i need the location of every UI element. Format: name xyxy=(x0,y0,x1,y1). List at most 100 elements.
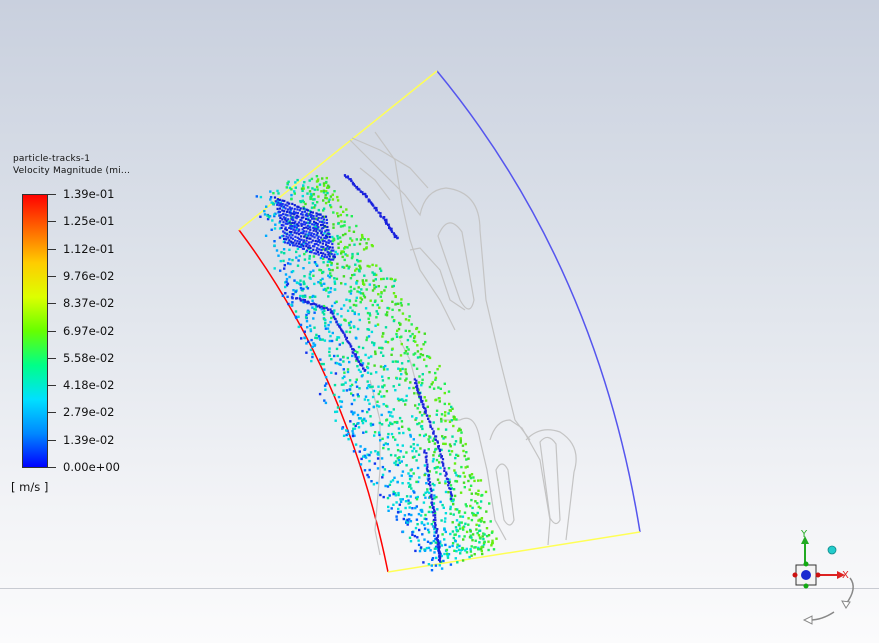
particle xyxy=(479,479,483,482)
particle xyxy=(315,227,318,230)
particle xyxy=(404,379,407,382)
particle xyxy=(297,259,300,262)
particle xyxy=(356,413,360,417)
particle xyxy=(443,382,446,385)
particle xyxy=(379,493,382,497)
colorbar-tick-label: 6.97e-02 xyxy=(63,323,115,338)
particle xyxy=(355,296,358,299)
particle xyxy=(454,440,458,443)
particle xyxy=(444,428,448,431)
particle xyxy=(301,199,304,202)
particle xyxy=(416,523,419,526)
particle xyxy=(459,437,462,440)
particle xyxy=(419,508,422,512)
particle xyxy=(339,326,342,329)
axes-triad[interactable]: Y X xyxy=(780,528,870,628)
particle xyxy=(305,351,308,354)
particle xyxy=(285,277,289,281)
particle xyxy=(447,390,451,393)
particle xyxy=(308,257,311,260)
particle xyxy=(397,507,400,511)
particle xyxy=(422,343,425,346)
particle xyxy=(480,517,484,520)
particle xyxy=(336,199,340,202)
particle xyxy=(284,207,287,210)
particle xyxy=(359,445,362,448)
particle xyxy=(322,218,325,221)
particle xyxy=(275,249,279,252)
particle xyxy=(477,505,480,509)
particle xyxy=(296,240,299,243)
particle xyxy=(312,294,315,298)
viewport-canvas[interactable] xyxy=(0,0,879,643)
particle xyxy=(427,510,431,514)
particle xyxy=(353,273,356,276)
particle xyxy=(300,235,303,238)
particle xyxy=(314,204,317,207)
particle xyxy=(376,303,379,307)
particle xyxy=(310,359,313,363)
particle xyxy=(426,405,429,408)
particle xyxy=(305,239,308,242)
particle xyxy=(381,386,384,389)
particle xyxy=(329,308,332,311)
particle xyxy=(415,518,419,521)
particle xyxy=(291,237,294,240)
particle xyxy=(285,228,288,232)
particle xyxy=(332,223,335,226)
particle xyxy=(255,195,258,198)
particle xyxy=(303,330,306,333)
particle xyxy=(348,243,351,247)
particle xyxy=(316,232,319,235)
particle xyxy=(395,332,398,336)
isometric-view-icon[interactable] xyxy=(827,545,837,555)
particle xyxy=(440,544,444,547)
particle xyxy=(300,231,303,234)
particle xyxy=(323,221,326,224)
particle xyxy=(392,436,395,439)
particle xyxy=(339,358,342,361)
particle xyxy=(291,270,295,273)
particle xyxy=(386,311,389,314)
particle xyxy=(328,330,331,333)
particle xyxy=(384,364,387,368)
particle xyxy=(369,372,373,375)
particle xyxy=(404,318,408,321)
particle xyxy=(383,289,386,292)
particle xyxy=(439,466,442,470)
particle xyxy=(377,285,380,288)
rotate-ccw-icon[interactable] xyxy=(809,611,835,621)
particle xyxy=(382,277,385,281)
particle xyxy=(299,279,302,282)
particle xyxy=(413,491,416,494)
particle xyxy=(425,458,428,461)
particle xyxy=(320,245,323,248)
particle xyxy=(314,263,318,266)
particle xyxy=(367,335,371,338)
particle xyxy=(295,226,298,229)
particle xyxy=(337,242,340,245)
rotate-cw-icon[interactable] xyxy=(845,577,854,605)
particle xyxy=(413,392,416,395)
rotate-cw-arrowhead xyxy=(841,600,851,609)
particle xyxy=(322,270,325,274)
particle xyxy=(294,235,297,238)
particle xyxy=(343,220,346,223)
particle xyxy=(305,245,308,248)
particle xyxy=(437,547,440,550)
particle xyxy=(345,264,349,267)
particle xyxy=(400,362,404,365)
particle xyxy=(389,414,392,417)
particle xyxy=(297,205,300,208)
particle xyxy=(368,402,371,405)
particle xyxy=(436,441,439,444)
particle xyxy=(485,510,488,513)
particle xyxy=(308,231,311,234)
particle xyxy=(464,442,467,446)
particle xyxy=(420,347,423,351)
particle xyxy=(317,335,321,338)
particle xyxy=(296,244,299,248)
particle xyxy=(467,517,470,520)
particle xyxy=(407,513,411,516)
particle xyxy=(371,303,374,307)
